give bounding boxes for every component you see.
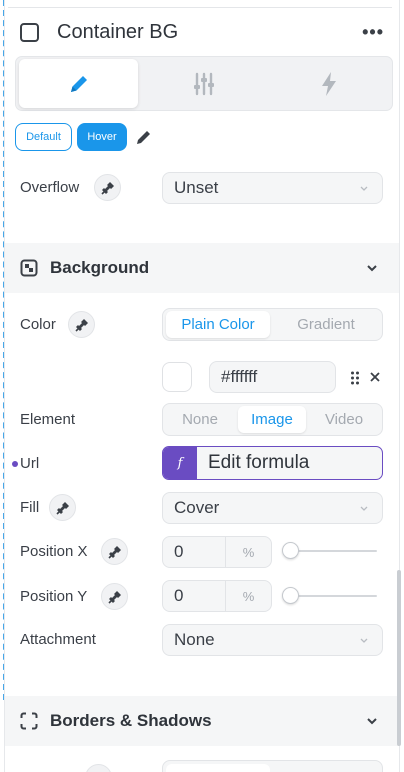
borders-section-title: Borders & Shadows (50, 711, 212, 730)
overflow-binding-button[interactable] (94, 174, 121, 201)
top-divider (8, 7, 392, 8)
border-type-toggle[interactable] (162, 760, 383, 772)
chevron-down-icon (360, 186, 368, 191)
border-option-active[interactable] (166, 764, 270, 772)
attachment-label: Attachment (20, 631, 96, 648)
plug-icon (74, 318, 88, 332)
attachment-select[interactable]: None (162, 624, 383, 656)
position-y-label: Position Y (20, 588, 88, 605)
element-video-option[interactable]: Video (310, 406, 378, 433)
background-section-icon (20, 259, 38, 277)
gradient-option[interactable]: Gradient (273, 311, 379, 338)
position-x-slider-track[interactable] (290, 550, 377, 552)
chevron-down-icon[interactable] (365, 261, 379, 275)
formula-indicator-dot (12, 461, 18, 467)
lightning-icon (321, 71, 336, 96)
edit-state-pencil-icon[interactable] (135, 128, 153, 146)
overflow-select[interactable]: Unset (162, 172, 383, 204)
plain-color-option[interactable]: Plain Color (166, 311, 270, 338)
color-binding-button[interactable] (68, 311, 95, 338)
position-x-slider-handle[interactable] (282, 542, 299, 559)
element-label: Element (20, 411, 76, 428)
chevron-down-icon[interactable] (365, 714, 379, 728)
position-y-input[interactable]: 0 % (162, 580, 272, 612)
plug-icon (107, 545, 121, 559)
overflow-value: Unset (174, 178, 219, 197)
color-label: Color (20, 316, 56, 333)
scrollbar[interactable] (397, 570, 401, 746)
url-label: Url (20, 455, 40, 472)
state-hover-button[interactable]: Hover (77, 123, 127, 151)
attachment-value: None (174, 630, 215, 649)
formula-icon: f (163, 447, 197, 479)
color-swatch[interactable] (162, 362, 192, 392)
element-type-toggle: None Image Video (162, 403, 383, 436)
chevron-down-icon (360, 638, 368, 643)
position-x-binding-button[interactable] (101, 538, 128, 565)
position-y-slider-handle[interactable] (282, 587, 299, 604)
container-checkbox[interactable] (20, 22, 39, 42)
fill-value: Cover (174, 498, 220, 517)
mode-tabs (15, 56, 393, 111)
position-x-unit[interactable]: % (225, 537, 271, 567)
position-x-label: Position X (20, 543, 88, 560)
fill-select[interactable]: Cover (162, 492, 383, 524)
panel-title: Container BG (57, 20, 179, 43)
plug-icon (100, 181, 114, 195)
sliders-icon (193, 72, 214, 95)
properties-panel (4, 0, 400, 772)
tab-interactions[interactable] (269, 59, 388, 108)
borders-section-icon (20, 712, 38, 730)
plug-icon (55, 501, 69, 515)
close-icon[interactable] (369, 371, 381, 383)
chevron-down-icon (360, 506, 368, 511)
position-y-binding-button[interactable] (101, 583, 128, 610)
position-y-slider-track[interactable] (290, 595, 377, 597)
position-y-value[interactable]: 0 (163, 586, 225, 606)
position-x-value[interactable]: 0 (163, 542, 225, 562)
fill-binding-button[interactable] (49, 494, 76, 521)
drag-handle-icon[interactable] (350, 371, 360, 385)
tab-settings[interactable] (144, 59, 263, 108)
pencil-icon (70, 75, 87, 92)
plug-icon (107, 590, 121, 604)
state-selector: Default Hover (15, 123, 153, 151)
background-section-title: Background (50, 258, 150, 277)
more-options-icon[interactable]: ••• (362, 22, 384, 43)
position-y-unit[interactable]: % (225, 581, 271, 611)
panel-header: Container BG ••• (20, 18, 384, 46)
overflow-label: Overflow (20, 179, 80, 196)
state-default-button[interactable]: Default (15, 123, 72, 151)
hex-color-input[interactable]: #ffffff (209, 361, 336, 393)
tab-style[interactable] (19, 59, 138, 108)
fill-label: Fill (20, 499, 40, 516)
element-image-option[interactable]: Image (238, 406, 306, 433)
position-x-input[interactable]: 0 % (162, 536, 272, 568)
formula-label: Edit formula (208, 452, 310, 473)
color-type-toggle: Plain Color Gradient (162, 308, 383, 341)
edit-formula-button[interactable]: f Edit formula (162, 446, 383, 480)
element-none-option[interactable]: None (166, 406, 234, 433)
